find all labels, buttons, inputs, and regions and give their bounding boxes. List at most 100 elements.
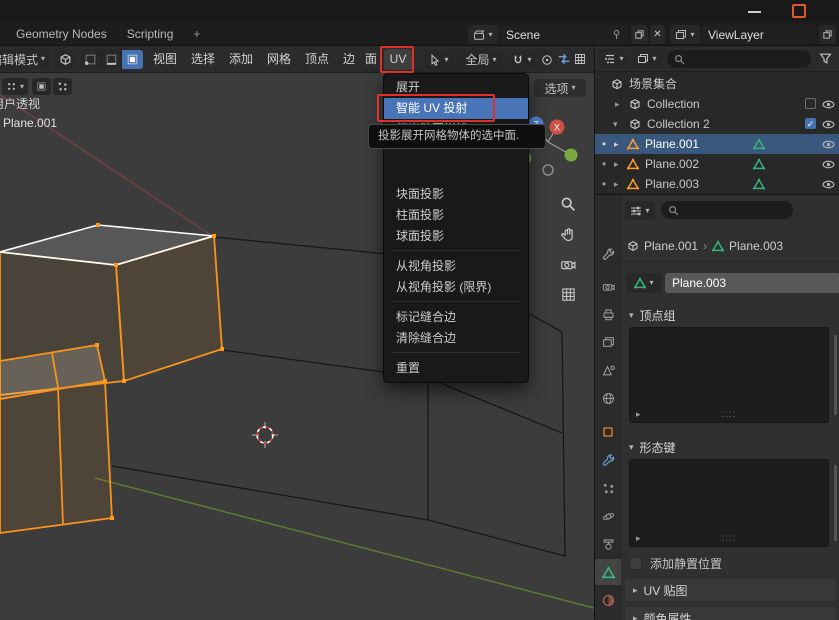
outliner-row-plane-002[interactable]: • ▸ Plane.002: [595, 154, 839, 174]
eye-icon[interactable]: [822, 98, 835, 111]
tool-settings-button-2[interactable]: [53, 78, 72, 95]
add-workspace-button[interactable]: +: [183, 22, 210, 46]
scene-unlink-button[interactable]: ✕: [650, 25, 665, 44]
outliner-display-mode-dropdown[interactable]: ▾: [632, 49, 662, 68]
zoom-button[interactable]: [556, 192, 580, 216]
window-maximize-button[interactable]: [792, 4, 806, 18]
workspace-tab-scripting[interactable]: Scripting: [117, 22, 184, 46]
viewlayer-name-field[interactable]: ViewLayer: [702, 25, 816, 44]
uv-menu-item-cube-projection[interactable]: 块面投影: [384, 184, 528, 205]
tweak-tool-dropdown[interactable]: ▾: [424, 50, 454, 69]
breadcrumb-data[interactable]: Plane.003: [729, 239, 783, 253]
tab-object-data[interactable]: [595, 559, 621, 585]
outliner-row-plane-001[interactable]: • ▸ Plane.001: [595, 134, 839, 154]
menu-vertex[interactable]: 顶点: [298, 46, 336, 73]
chevron-right-icon[interactable]: ▸: [615, 94, 620, 114]
outliner-row-collection-2[interactable]: ▾ Collection 2 ✓: [595, 114, 839, 134]
resize-grip[interactable]: ::::: [721, 409, 736, 420]
menu-add[interactable]: 添加: [222, 46, 260, 73]
scene-browse-dropdown[interactable]: ▾: [468, 25, 498, 44]
uv-menu-item-cylinder-projection[interactable]: 柱面投影: [384, 205, 528, 226]
viewlayer-browse-dropdown[interactable]: ▾: [670, 25, 700, 44]
viewport-options-dropdown[interactable]: 选项 ▾: [534, 79, 586, 97]
mode-select-dropdown[interactable]: 编辑模式 ▾: [0, 49, 50, 69]
menu-select[interactable]: 选择: [184, 46, 222, 73]
collection-exclude-checkbox[interactable]: [805, 98, 816, 109]
face-select-mode-button[interactable]: [122, 50, 143, 69]
mesh-data-name-field[interactable]: Plane.003: [665, 273, 839, 293]
proportional-edit-button[interactable]: [538, 50, 556, 69]
chevron-right-icon[interactable]: ▸: [636, 409, 641, 420]
tab-constraints[interactable]: [595, 531, 621, 557]
tab-scene[interactable]: [595, 357, 621, 383]
tool-settings-button-1[interactable]: [32, 78, 51, 95]
viewlayer-copy-button[interactable]: [819, 25, 836, 44]
eye-icon[interactable]: [822, 118, 835, 131]
tab-physics[interactable]: [595, 503, 621, 529]
shape-keys-panel-header[interactable]: ▾ 形态键: [629, 439, 676, 456]
chevron-down-icon[interactable]: ▾: [613, 114, 618, 134]
scene-copy-button[interactable]: [631, 25, 648, 44]
chevron-right-icon[interactable]: ▸: [614, 134, 619, 154]
snap-dropdown[interactable]: ▾: [508, 50, 536, 69]
outliner-filter-button[interactable]: [819, 52, 832, 65]
tab-world[interactable]: [595, 385, 621, 411]
rest-position-checkbox[interactable]: [629, 557, 642, 570]
eye-icon[interactable]: [822, 138, 835, 151]
edge-select-mode-button[interactable]: [101, 50, 122, 69]
workspace-tab-geometry-nodes[interactable]: Geometry Nodes: [6, 22, 117, 46]
chevron-right-icon[interactable]: ▸: [636, 533, 641, 544]
scene-name-field[interactable]: Scene: [500, 25, 628, 44]
chevron-right-icon[interactable]: ▸: [614, 174, 619, 194]
shape-keys-list[interactable]: ▸ ::::: [629, 459, 829, 547]
uv-menu-item-project-from-view[interactable]: 从视角投影: [384, 256, 528, 277]
color-attributes-panel-header[interactable]: ▸ 颜色属性: [625, 607, 836, 620]
uv-menu-item-smart-uv-project[interactable]: 智能 UV 投射: [384, 98, 528, 119]
tab-tool[interactable]: [595, 241, 621, 267]
shape-keys-scrollbar[interactable]: [834, 465, 837, 541]
tab-render[interactable]: [595, 273, 621, 299]
uv-menu-item-project-from-view-bounds[interactable]: 从视角投影 (限界): [384, 277, 528, 298]
resize-grip[interactable]: ::::: [721, 533, 736, 544]
tool-settings-dropdown[interactable]: ▾: [2, 78, 28, 95]
uv-menu-item-unwrap[interactable]: 展开: [384, 77, 528, 98]
collection-exclude-checkbox[interactable]: ✓: [805, 118, 816, 129]
overlays-icon[interactable]: [574, 53, 586, 65]
pan-hand-button[interactable]: [556, 222, 580, 246]
outliner-search-input[interactable]: [667, 50, 811, 68]
vertex-groups-scrollbar[interactable]: [834, 335, 837, 415]
outliner-row-collection[interactable]: ▸ Collection: [595, 94, 839, 114]
tab-particles[interactable]: [595, 475, 621, 501]
menu-view[interactable]: 视图: [146, 46, 184, 73]
vertex-groups-list[interactable]: ▸ ::::: [629, 327, 829, 423]
snap-toggle-icon[interactable]: [557, 52, 571, 66]
tab-material[interactable]: [595, 587, 621, 613]
vertex-select-mode-button[interactable]: [80, 50, 101, 69]
tab-object[interactable]: [595, 419, 621, 445]
pin-icon[interactable]: [611, 29, 622, 40]
eye-icon[interactable]: [822, 158, 835, 171]
menu-face[interactable]: 面: [358, 46, 384, 73]
uv-menu-item-reset[interactable]: 重置: [384, 358, 528, 379]
vertex-groups-panel-header[interactable]: ▾ 顶点组: [629, 307, 676, 324]
mesh-data-browse-dropdown[interactable]: ▾: [626, 273, 662, 293]
breadcrumb-object[interactable]: Plane.001: [644, 239, 698, 253]
transform-orientation-dropdown[interactable]: 全局 ▾: [457, 50, 505, 69]
menu-mesh[interactable]: 网格: [260, 46, 298, 73]
editmode-icon-button[interactable]: [54, 50, 76, 69]
tab-view-layer[interactable]: [595, 329, 621, 355]
properties-editor-type-dropdown[interactable]: ▾: [625, 201, 655, 220]
tab-output[interactable]: [595, 301, 621, 327]
properties-search-input[interactable]: [661, 201, 793, 219]
uv-menu-item-clear-seam[interactable]: 清除缝合边: [384, 328, 528, 349]
tab-modifiers[interactable]: [595, 447, 621, 473]
menu-uv[interactable]: UV: [384, 49, 412, 70]
window-minimize-button[interactable]: [748, 11, 761, 13]
uv-menu-item-sphere-projection[interactable]: 球面投影: [384, 226, 528, 247]
camera-view-button[interactable]: [556, 252, 580, 276]
uv-maps-panel-header[interactable]: ▸ UV 贴图: [625, 579, 836, 601]
outliner-row-plane-003[interactable]: • ▸ Plane.003: [595, 174, 839, 194]
eye-icon[interactable]: [822, 178, 835, 191]
ortho-toggle-button[interactable]: [556, 282, 580, 306]
uv-menu-item-mark-seam[interactable]: 标记缝合边: [384, 307, 528, 328]
